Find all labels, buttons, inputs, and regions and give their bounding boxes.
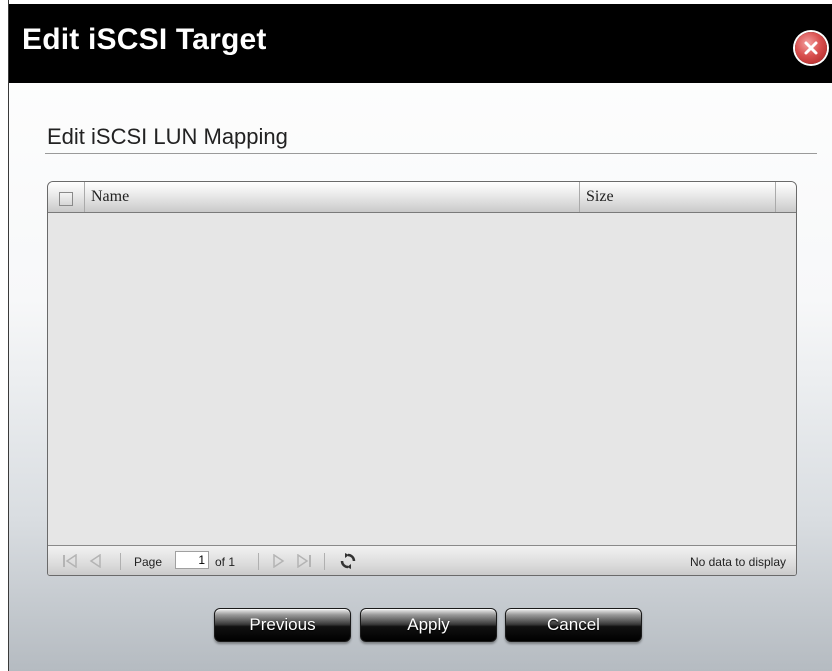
select-all-cell [48, 182, 85, 212]
page-count-label: of 1 [215, 555, 236, 569]
close-icon [804, 41, 818, 55]
refresh-icon[interactable] [339, 552, 357, 570]
select-all-checkbox[interactable] [59, 192, 73, 206]
pager-separator [258, 553, 259, 570]
section-title: Edit iSCSI LUN Mapping [47, 124, 288, 149]
column-header-name[interactable]: Name [91, 188, 129, 206]
edit-iscsi-target-dialog: Edit iSCSI Target Edit iSCSI LUN Mapping… [8, 0, 832, 671]
grid-pager: Page of 1 No data to display [48, 545, 796, 575]
dialog-title: Edit iSCSI Target [22, 23, 267, 56]
last-page-icon[interactable] [296, 554, 312, 568]
dialog-titlebar: Edit iSCSI Target [9, 4, 832, 83]
close-button[interactable] [795, 32, 827, 64]
cancel-button[interactable]: Cancel [505, 608, 642, 642]
grid-body [48, 213, 796, 545]
page-number-input[interactable] [175, 551, 209, 569]
prev-page-icon[interactable] [88, 554, 102, 568]
pager-separator [324, 553, 325, 570]
lun-mapping-grid: Name Size Page of 1 [47, 181, 797, 576]
previous-button[interactable]: Previous [214, 608, 351, 642]
column-divider [775, 182, 776, 212]
section-divider [45, 153, 817, 154]
first-page-icon[interactable] [62, 554, 78, 568]
column-divider [579, 182, 580, 212]
apply-button[interactable]: Apply [360, 608, 497, 642]
pager-separator [120, 553, 121, 570]
page-label: Page [134, 555, 163, 569]
column-header-size[interactable]: Size [586, 188, 614, 206]
pager-status-text: No data to display [689, 555, 786, 569]
next-page-icon[interactable] [272, 554, 286, 568]
grid-header: Name Size [48, 182, 796, 213]
